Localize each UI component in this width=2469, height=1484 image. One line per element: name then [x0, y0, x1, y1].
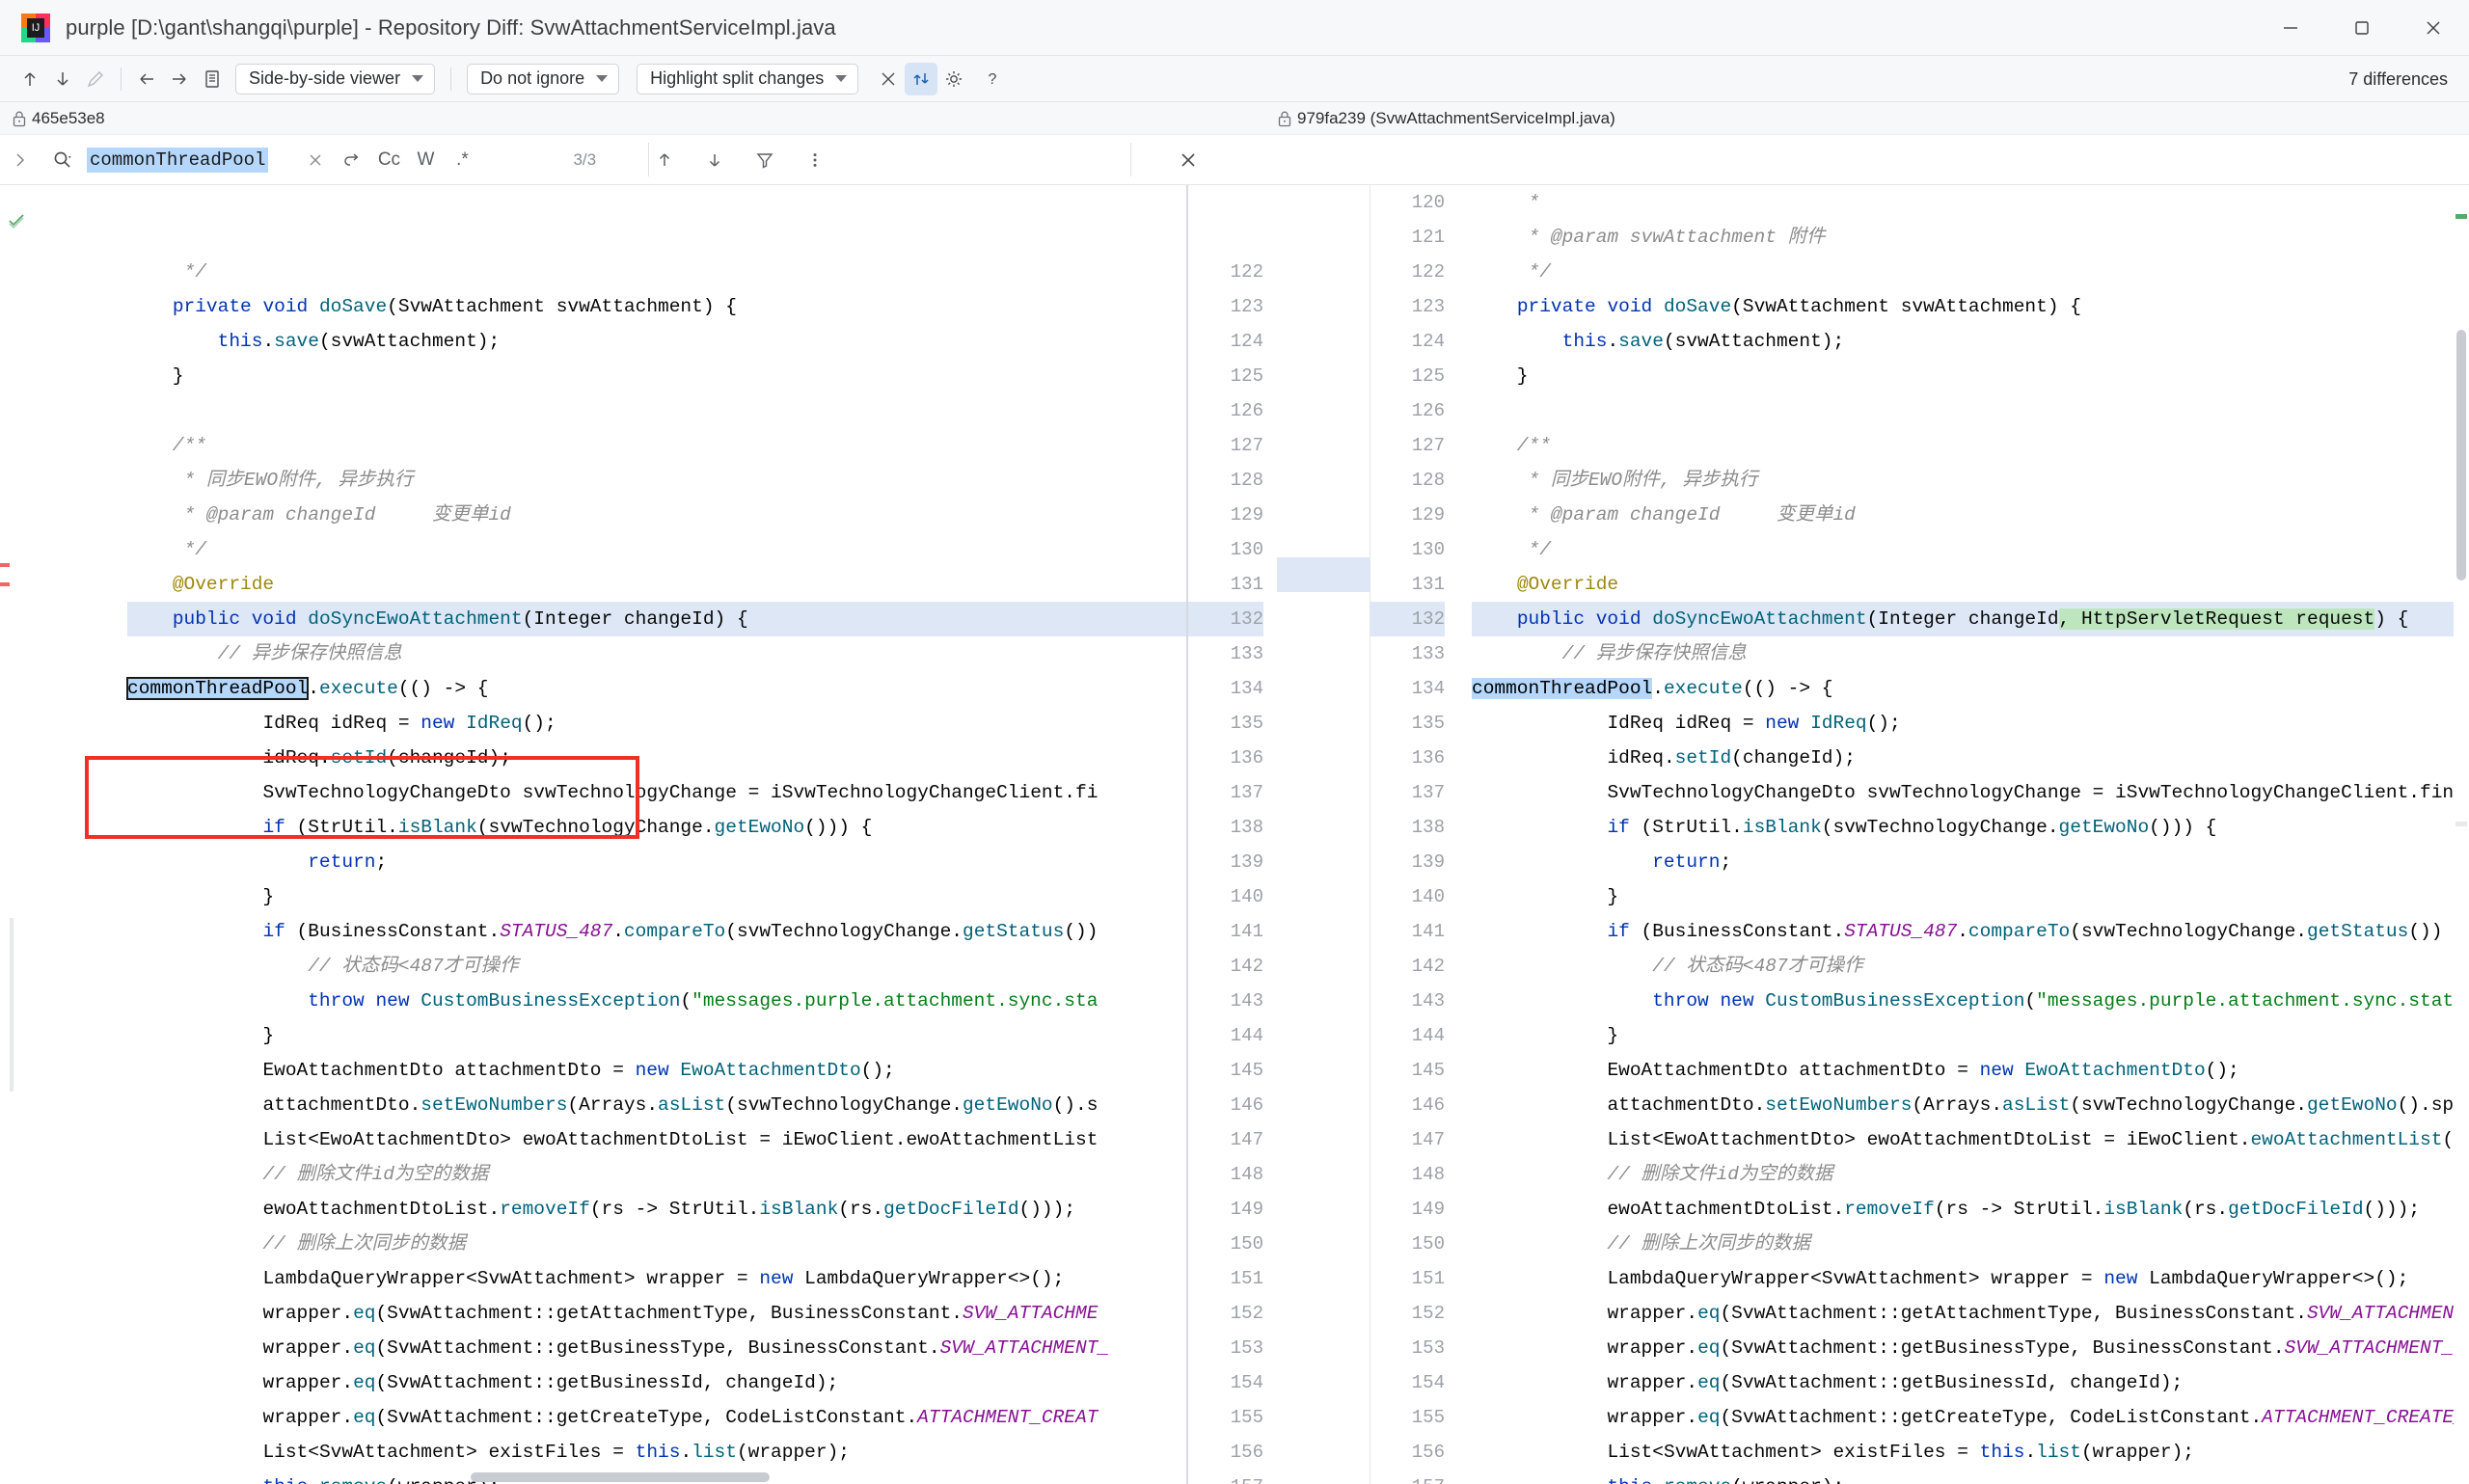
- compare-icon[interactable]: [905, 62, 938, 95]
- inspection-ok-icon: [6, 210, 27, 231]
- lock-icon: [12, 110, 27, 127]
- left-horizontal-scrollbar[interactable]: [230, 1471, 1186, 1484]
- diff-connector-band: [1277, 185, 1370, 1484]
- window-controls: [2255, 0, 2469, 56]
- next-difference-button[interactable]: [46, 63, 79, 95]
- highlight-mode-label: Highlight split changes: [650, 68, 825, 88]
- diff-viewer: */ private void doSave(SvwAttachment svw…: [0, 185, 2469, 1484]
- revision-header-row: 465e53e8 979fa239 (SvwAttachmentServiceI…: [0, 102, 2469, 135]
- viewer-mode-label: Side-by-side viewer: [249, 68, 401, 88]
- wrap-around-icon[interactable]: [334, 142, 370, 178]
- right-line-numbers: 120 121 122 123 124 125 126 127 128 129 130 131 132 1…: [1370, 185, 1458, 1484]
- app-logo-icon: IJ: [21, 13, 50, 42]
- match-case-toggle[interactable]: Cc: [370, 142, 407, 178]
- viewer-mode-dropdown[interactable]: Side-by-side viewer: [235, 63, 436, 94]
- ignore-mode-label: Do not ignore: [480, 68, 585, 88]
- search-icon[interactable]: [41, 149, 85, 171]
- ignore-mode-dropdown[interactable]: Do not ignore: [467, 63, 620, 94]
- left-revision-header: 465e53e8: [0, 102, 1265, 134]
- connector-changed-band: [1277, 557, 1370, 592]
- regex-toggle[interactable]: .*: [444, 142, 480, 178]
- help-icon[interactable]: ?: [976, 63, 1009, 95]
- right-code-pane[interactable]: * * @param svwAttachment 附件 */ private v…: [1458, 185, 2469, 1484]
- window-title: purple [D:\gant\shangqi\purple] - Reposi…: [66, 14, 836, 40]
- previous-difference-button[interactable]: [14, 63, 46, 95]
- left-inner-line-numbers: 122 123 124 125 126 127 128 129 130 131 132 133 134 1…: [1188, 185, 1277, 1484]
- left-line-numbers: [35, 185, 114, 1484]
- search-input[interactable]: commonThreadPool: [87, 147, 269, 173]
- diff-toolbar: Side-by-side viewer Do not ignore Highli…: [0, 56, 2469, 102]
- clear-icon[interactable]: [297, 142, 334, 178]
- change-marker[interactable]: [0, 563, 10, 567]
- search-bar: commonThreadPool Cc W .* 3/3: [0, 135, 2469, 185]
- chevron-down-icon: [412, 75, 424, 82]
- chevron-down-icon: [596, 75, 609, 82]
- stripe-ok[interactable]: [2455, 214, 2467, 219]
- right-revision-label: 979fa239 (SvwAttachmentServiceImpl.java): [1297, 108, 1615, 127]
- search-next-button[interactable]: [696, 142, 733, 178]
- file-list-icon[interactable]: [196, 63, 229, 95]
- differences-label: 7 differences: [2348, 68, 2448, 89]
- gear-icon[interactable]: [937, 63, 970, 95]
- maximize-button[interactable]: [2326, 0, 2398, 56]
- lock-icon: [1277, 110, 1292, 127]
- chevron-right-icon[interactable]: [0, 151, 41, 169]
- chevron-down-icon: [835, 75, 848, 82]
- words-toggle[interactable]: W: [407, 142, 444, 178]
- change-marker[interactable]: [0, 582, 10, 586]
- close-search-button[interactable]: [1171, 143, 1206, 177]
- highlight-mode-dropdown[interactable]: Highlight split changes: [637, 63, 859, 94]
- search-previous-button[interactable]: [646, 142, 683, 178]
- toolbar-separator-1: [121, 67, 122, 91]
- toolbar-separator-2: [450, 67, 452, 91]
- edit-source-icon[interactable]: [79, 63, 112, 95]
- search-divider-2: [1130, 143, 1131, 176]
- left-revision-label: 465e53e8: [32, 108, 105, 127]
- minimize-button[interactable]: [2255, 0, 2326, 56]
- svg-text:?: ?: [989, 71, 997, 88]
- differences-count: 7 differences: [2348, 56, 2448, 102]
- folding-region[interactable]: [10, 918, 14, 1092]
- right-revision-header: 979fa239 (SvwAttachmentServiceImpl.java): [1265, 102, 2469, 134]
- navigate-forward-button[interactable]: [163, 63, 196, 95]
- title-bar: IJ purple [D:\gant\shangqi\purple] - Rep…: [0, 0, 2469, 56]
- left-code-pane[interactable]: */ private void doSave(SvwAttachment svw…: [114, 185, 1186, 1484]
- more-options-icon[interactable]: [797, 142, 833, 178]
- left-gutter[interactable]: [0, 185, 35, 1484]
- search-divider: [648, 143, 649, 176]
- right-vertical-scrollbar[interactable]: [2454, 185, 2469, 1484]
- stripe-marker[interactable]: [2455, 822, 2467, 826]
- navigate-back-button[interactable]: [130, 63, 163, 95]
- collapse-unchanged-icon[interactable]: [872, 63, 905, 95]
- filter-icon[interactable]: [746, 142, 783, 178]
- match-count-label: 3/3: [573, 149, 597, 169]
- close-button[interactable]: [2398, 0, 2469, 56]
